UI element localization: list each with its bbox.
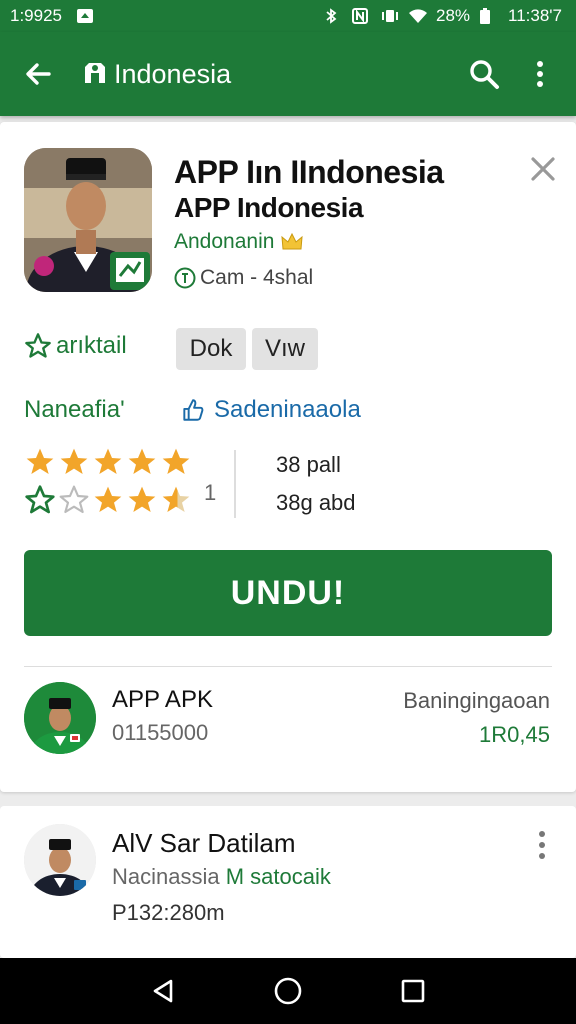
star-icon: [94, 448, 122, 474]
crown-icon: [281, 232, 304, 250]
wifi-icon: [408, 8, 427, 24]
star-outline-icon: [25, 333, 51, 358]
related-title[interactable]: APP APK: [112, 686, 213, 714]
back-button[interactable]: [14, 50, 62, 98]
related-subtitle: Nacinassia M satocaik: [112, 864, 331, 890]
star-icon: [26, 448, 54, 474]
chip-dok[interactable]: Dok: [176, 328, 246, 370]
related-price: P132:280m: [112, 900, 225, 925]
system-nav-bar: [0, 958, 576, 1024]
vibrate-icon: [380, 8, 398, 24]
chip-label: Dok: [189, 335, 233, 362]
status-clock: 11:38'7: [508, 6, 562, 25]
share-label: Sadeninaaola: [214, 396, 361, 423]
nfc-icon: [351, 8, 370, 24]
battery-icon: [480, 8, 498, 24]
nav-recents-button[interactable]: [395, 973, 431, 1009]
related-card: AlV Sar Datilam Nacinassia M satocaik P1…: [0, 806, 576, 958]
nav-home-button[interactable]: [270, 973, 306, 1009]
star-outline-icon: [59, 485, 89, 514]
star-icon: [60, 448, 88, 474]
chip-view[interactable]: Vıw: [252, 328, 318, 370]
close-icon: [531, 157, 555, 181]
nav-back-button[interactable]: [145, 973, 181, 1009]
star-icon: [128, 486, 156, 512]
review-count: 1: [204, 480, 217, 505]
store-icon: [80, 57, 110, 92]
app-detail-card: APP Iın IIndonesia APP Indonesia Andonan…: [0, 122, 576, 792]
related-subtitle-gray: Nacinassia: [112, 864, 220, 889]
more-vert-icon: [539, 831, 545, 859]
more-options-button[interactable]: [516, 50, 564, 98]
divider: [234, 450, 236, 518]
chip-label: Vıw: [264, 335, 305, 362]
meta-text: Cam - 4shal: [200, 266, 314, 289]
developer-name: Andonanin: [174, 230, 275, 253]
notification-icon: [76, 8, 94, 24]
share-link[interactable]: Sadeninaaola: [180, 396, 361, 424]
user-rating-stars[interactable]: [24, 484, 192, 516]
status-time: 1:9925: [10, 6, 62, 25]
star-half-icon: [162, 486, 190, 512]
app-meta: Cam - 4shal: [174, 266, 313, 290]
nav-home-icon: [274, 977, 302, 1005]
wishlist-button[interactable]: arıktail: [24, 332, 127, 360]
related-right-bottom: 1R0,45: [479, 722, 550, 747]
star-outline-icon: [25, 485, 55, 514]
wishlist-label: arıktail: [56, 332, 127, 359]
related-title[interactable]: AlV Sar Datilam: [112, 828, 296, 859]
star-icon: [94, 486, 122, 512]
related-subtitle-green: M satocaik: [225, 864, 331, 889]
star-icon: [128, 448, 156, 474]
install-button[interactable]: UNDU!: [24, 550, 552, 636]
nav-recents-icon: [402, 979, 425, 1003]
download-stat: 38 pall: [276, 452, 341, 477]
bluetooth-icon: [324, 8, 342, 24]
status-bar: 1:9925 28% 11:38'7: [0, 0, 576, 32]
rating-stars: [24, 446, 192, 478]
nav-back-icon: [153, 979, 172, 1003]
more-options-button[interactable]: [534, 828, 550, 862]
avatar[interactable]: [24, 682, 96, 754]
app-icon[interactable]: [24, 148, 152, 292]
category-link[interactable]: Naneafia': [24, 396, 125, 424]
developer-link[interactable]: Andonanin: [174, 230, 304, 254]
battery-percent: 28%: [435, 6, 471, 25]
search-button[interactable]: [460, 50, 508, 98]
related-right-top: Baningingaoan: [403, 688, 550, 713]
share-icon: [183, 399, 204, 421]
info-icon: [174, 267, 196, 289]
app-subtitle: APP Indonesia: [174, 192, 364, 223]
size-stat: 38g abd: [276, 490, 356, 515]
divider: [24, 666, 552, 667]
avatar[interactable]: [24, 824, 96, 896]
related-subtitle: 01155000: [112, 720, 209, 745]
search-icon: [470, 60, 499, 89]
app-toolbar: Indonesia: [0, 32, 576, 116]
close-button[interactable]: [526, 152, 560, 186]
toolbar-title: Indonesia: [114, 58, 232, 89]
more-vert-icon: [537, 61, 543, 87]
back-arrow-icon: [26, 63, 51, 85]
app-title: APP Iın IIndonesia: [174, 154, 444, 190]
star-icon: [162, 448, 190, 474]
